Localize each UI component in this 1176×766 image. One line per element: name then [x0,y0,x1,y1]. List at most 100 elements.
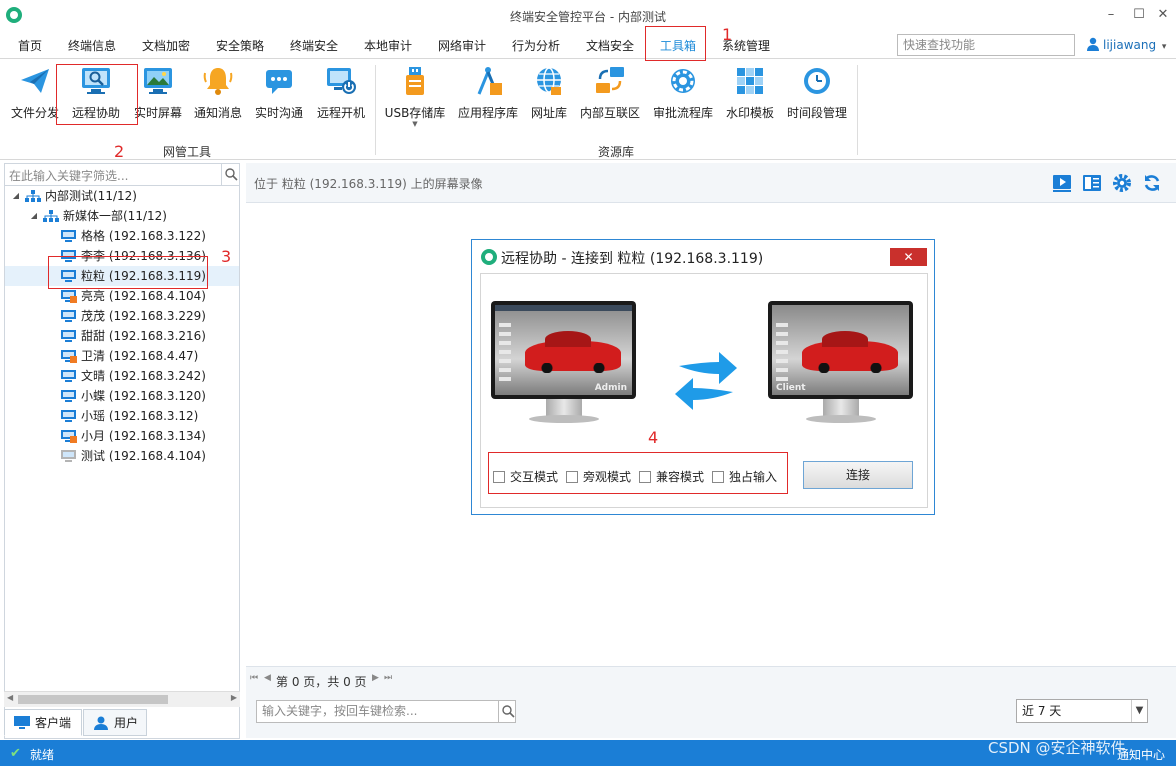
tree-node-label: 小蝶 (192.168.3.120) [81,389,206,403]
power-monitor-icon [327,68,356,94]
collapse-arrow-icon[interactable]: ◢ [29,206,39,226]
tab-security-policy[interactable]: 安全策略 [216,36,264,58]
scroll-right-icon[interactable]: ▶ [231,693,237,702]
ribbon-divider [857,65,858,155]
compass-tools-icon [477,67,502,95]
tab-network-audit[interactable]: 网络审计 [438,36,486,58]
time-period-management-button[interactable]: 时间段管理 [786,65,848,121]
user-menu[interactable]: lijiawang ▾ [1087,37,1166,55]
collapse-arrow-icon[interactable]: ◢ [11,186,21,206]
user-icon [1087,37,1099,51]
tree-filter-input[interactable]: 在此输入关键字筛选... [9,167,128,184]
prev-page-icon[interactable]: ◀ [264,673,271,683]
tab-local-audit[interactable]: 本地审计 [364,36,412,58]
first-page-icon[interactable]: ⏮ [250,673,258,683]
keyword-search-button[interactable] [498,700,516,723]
tree-node[interactable]: 文晴 (192.168.3.242) [5,366,239,386]
check-icon: ✔ [10,746,21,761]
tree-node[interactable]: 格格 (192.168.3.122) [5,226,239,246]
scroll-left-icon[interactable]: ◀ [7,693,13,702]
quick-search-input[interactable]: 快速查找功能 [897,34,1075,56]
computer-icon [61,350,77,363]
annotation-box-toolbox [645,26,706,61]
tab-doc-encrypt[interactable]: 文档加密 [142,36,190,58]
monitor-landscape-icon [144,68,172,94]
status-text: 就绪 [30,748,55,762]
tab-behavior-analysis[interactable]: 行为分析 [512,36,560,58]
scrollbar-thumb[interactable] [18,695,168,704]
remote-boot-button[interactable]: 远程开机 [314,65,368,121]
close-window-button[interactable]: ✕ [1150,4,1176,26]
tree-node[interactable]: 亮亮 (192.168.4.104) [5,286,239,306]
tab-home[interactable]: 首页 [18,36,42,58]
tree-node-label: 小月 (192.168.3.134) [81,429,206,443]
tree-node-label: 卫清 (192.168.4.47) [81,349,199,363]
approval-flow-library-button[interactable]: 审批流程库 [651,65,715,121]
notification-button[interactable]: 通知消息 [192,65,244,121]
tree-node-label: 小瑶 (192.168.3.12) [81,409,199,423]
tab-terminal-info[interactable]: 终端信息 [68,36,116,58]
tab-clients[interactable]: 客户端 [4,709,82,736]
connect-button[interactable]: 连接 [803,461,913,489]
refresh-icon[interactable] [1142,173,1162,193]
tree-node-label: 文晴 (192.168.3.242) [81,369,206,383]
computer-icon [61,390,76,402]
annotation-number: 4 [648,428,659,447]
tree-node[interactable]: 卫清 (192.168.4.47) [5,346,239,366]
maximize-button[interactable]: ☐ [1126,4,1152,26]
globe-icon [537,67,561,95]
url-library-button[interactable]: 网址库 [528,65,570,121]
tree-group-label: 新媒体一部(11/12) [63,209,167,223]
tree-node[interactable]: 甜甜 (192.168.3.216) [5,326,239,346]
annotation-number: 3 [221,247,232,266]
window-title: 终端安全管控平台 - 内部测试 [510,10,666,24]
next-page-icon[interactable]: ▶ [372,673,379,683]
tree-node[interactable]: 小瑶 (192.168.3.12) [5,406,239,426]
tree-node-label: 茂茂 (192.168.3.229) [81,309,206,323]
play-video-icon[interactable] [1052,173,1072,193]
tree-node[interactable]: 小月 (192.168.3.134) [5,426,239,446]
live-chat-button[interactable]: 实时沟通 [253,65,305,121]
dialog-close-button[interactable]: ✕ [890,248,927,266]
csdn-watermark: CSDN @安企神软件 [988,739,1126,757]
panel-layout-icon[interactable] [1082,173,1102,193]
horizontal-scrollbar[interactable]: ◀ ▶ [4,691,240,707]
annotation-box-mode-options [488,452,788,494]
ribbon-toolbar: 文件分发 远程协助 实时屏幕 通知消息 实时沟通 远程开机 网管工具 USB存储… [0,58,1176,160]
date-range-select[interactable]: 近 7 天 ▼ [1016,699,1148,723]
tree-node[interactable]: 测试 (192.168.4.104) [5,446,239,466]
last-page-icon[interactable]: ⏭ [384,673,392,683]
org-group-icon [43,210,59,222]
keyword-search-input[interactable]: 输入关键字，按回车键检索... [256,700,516,723]
annotation-box-target-node [48,256,208,289]
tree-root[interactable]: ◢ 内部测试(11/12) [5,186,239,206]
search-bar: 输入关键字，按回车键检索... 近 7 天 ▼ [246,692,1176,738]
computer-icon [61,310,76,322]
tree-group[interactable]: ◢ 新媒体一部(11/12) [5,206,239,226]
watermark-grid-icon [737,68,763,94]
file-distribute-button[interactable]: 文件分发 [10,65,60,121]
computer-icon [61,450,76,462]
usb-storage-library-button[interactable]: USB存储库 ▼ [384,65,446,128]
annotation-box-remote-assist [56,64,138,125]
dialog-title: 远程协助 - 连接到 粒粒 (192.168.3.119) [501,251,764,267]
gear-icon[interactable] [1112,173,1132,193]
tree-node[interactable]: 小蝶 (192.168.3.120) [5,386,239,406]
app-library-button[interactable]: 应用程序库 [456,65,520,121]
tree-node[interactable]: 茂茂 (192.168.3.229) [5,306,239,326]
car-wallpaper [525,331,621,373]
internal-interconnect-button[interactable]: 内部互联区 [578,65,642,121]
tab-users[interactable]: 用户 [83,709,147,736]
tab-terminal-security[interactable]: 终端安全 [290,36,338,58]
live-screen-button[interactable]: 实时屏幕 [132,65,184,121]
watermark-template-button[interactable]: 水印模板 [724,65,776,121]
tree-filter-search-button[interactable] [221,164,239,185]
tree-node-label: 测试 (192.168.4.104) [81,449,206,463]
annotation-number: 1 [722,25,733,44]
minimize-button[interactable]: – [1098,4,1124,26]
paper-plane-icon [21,69,49,93]
chevron-down-icon: ▾ [1161,42,1167,52]
tree-node-label: 甜甜 (192.168.3.216) [81,329,206,343]
tab-doc-security[interactable]: 文档安全 [586,36,634,58]
clock-gear-icon [804,68,830,94]
